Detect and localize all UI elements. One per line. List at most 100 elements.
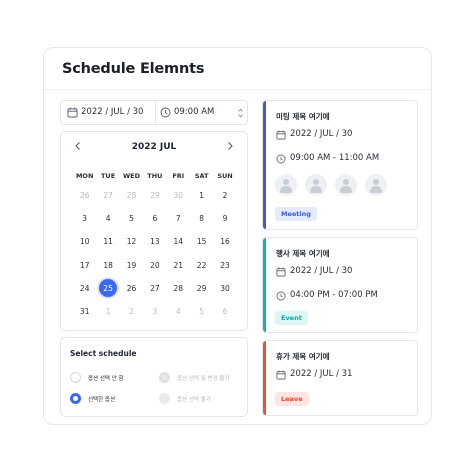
calendar-day[interactable]: 16 [213, 230, 236, 253]
weekday-label: MON [75, 172, 94, 180]
calendar: 2022 JUL MON TUE WED THU FRI SAT SUN 26 27 28 29 3… [60, 131, 248, 331]
calendar-day[interactable]: 27 [143, 277, 166, 300]
chevron-right-icon[interactable] [225, 140, 235, 155]
event-card-event[interactable]: 행사 제목 여기에 2022 / JUL / 30 04:00 PM - 07:… [262, 237, 418, 333]
avatar[interactable] [305, 174, 327, 196]
stepper-icon[interactable] [237, 107, 244, 119]
calendar-day[interactable]: 15 [190, 230, 213, 253]
calendar-day-number: 7 [175, 214, 181, 224]
calendar-day[interactable]: 7 [167, 207, 190, 230]
calendar-day[interactable]: 28 [167, 277, 190, 300]
calendar-day[interactable]: 9 [213, 207, 236, 230]
calendar-day[interactable]: 27 [96, 184, 119, 207]
weekday-label: WED [122, 172, 140, 180]
calendar-day[interactable]: 29 [190, 277, 213, 300]
calendar-day[interactable]: 14 [167, 230, 190, 253]
clock-icon [276, 154, 286, 164]
event-date-text: 2022 / JUL / 30 [290, 129, 353, 139]
event-accent-bar [263, 341, 266, 415]
calendar-icon [67, 107, 78, 118]
calendar-day[interactable]: 23 [213, 254, 236, 277]
radio-button[interactable] [70, 372, 81, 383]
weekday-label: THU [147, 172, 163, 180]
calendar-day[interactable]: 20 [143, 254, 166, 277]
select-schedule: Select schedule 옵션 선택 안 함 옵션 선택 및 변경 불가 … [60, 337, 248, 417]
date-value: 2022 / JUL / 30 [81, 107, 144, 117]
calendar-day[interactable]: 17 [73, 254, 96, 277]
calendar-day[interactable]: 5 [190, 300, 213, 323]
option-selected[interactable]: 선택한 옵션 [70, 393, 115, 404]
calendar-day-number: 17 [79, 260, 90, 270]
calendar-day[interactable]: 6 [143, 207, 166, 230]
calendar-day-number: 26 [79, 191, 90, 201]
calendar-day-selected[interactable]: 25 [96, 277, 119, 300]
event-date-text: 2022 / JUL / 30 [290, 266, 353, 276]
event-time-text: 09:00 AM - 11:00 AM [290, 153, 380, 163]
calendar-day-number: 11 [103, 237, 113, 247]
calendar-day[interactable]: 22 [190, 254, 213, 277]
option-disabled: 옵션 선택 불가 [159, 393, 211, 404]
calendar-day[interactable]: 1 [96, 300, 119, 323]
calendar-day-number: 22 [196, 260, 207, 270]
calendar-day[interactable]: 11 [96, 230, 119, 253]
event-card-leave[interactable]: 휴가 제목 여기에 2022 / JUL / 31 Leave [262, 340, 418, 416]
event-title: 행사 제목 여기에 [276, 249, 330, 258]
calendar-day-number: 30 [173, 191, 184, 201]
calendar-day[interactable]: 3 [73, 207, 96, 230]
calendar-day-number: 25 [99, 279, 118, 298]
option-none[interactable]: 옵션 선택 안 함 [70, 372, 124, 383]
calendar-day[interactable]: 3 [143, 300, 166, 323]
calendar-day[interactable]: 24 [73, 277, 96, 300]
time-value: 09:00 AM [174, 107, 215, 117]
calendar-day[interactable]: 13 [143, 230, 166, 253]
calendar-day[interactable]: 30 [213, 277, 236, 300]
calendar-day-number: 4 [105, 214, 111, 224]
attendee-avatars [275, 174, 395, 196]
avatar[interactable] [275, 174, 297, 196]
calendar-day[interactable]: 2 [213, 184, 236, 207]
calendar-day[interactable]: 8 [190, 207, 213, 230]
calendar-day[interactable]: 5 [120, 207, 143, 230]
calendar-day[interactable]: 18 [96, 254, 119, 277]
weekday-label: SAT [194, 172, 209, 180]
calendar-day[interactable]: 19 [120, 254, 143, 277]
date-field[interactable]: 2022 / JUL / 30 [61, 101, 155, 124]
calendar-day-number: 6 [222, 307, 228, 317]
calendar-day[interactable]: 28 [120, 184, 143, 207]
calendar-day[interactable]: 10 [73, 230, 96, 253]
event-time-text: 04:00 PM - 07:00 PM [290, 290, 378, 300]
weekday-label: SUN [217, 172, 233, 180]
event-type-badge: Leave [275, 392, 309, 406]
calendar-day[interactable]: 26 [73, 184, 96, 207]
calendar-day[interactable]: 31 [73, 300, 96, 323]
calendar-day[interactable]: 6 [213, 300, 236, 323]
calendar-day[interactable]: 1 [190, 184, 213, 207]
calendar-day[interactable]: 12 [120, 230, 143, 253]
avatar[interactable] [365, 174, 387, 196]
select-schedule-title: Select schedule [70, 349, 137, 358]
avatar[interactable] [335, 174, 357, 196]
clock-icon [160, 107, 171, 118]
calendar-day-number: 29 [196, 283, 207, 293]
calendar-day-number: 10 [79, 237, 90, 247]
calendar-day-number: 23 [220, 260, 230, 270]
calendar-day-number: 16 [220, 237, 230, 247]
calendar-day[interactable]: 29 [143, 184, 166, 207]
calendar-icon [276, 370, 286, 380]
header-divider [44, 89, 431, 90]
calendar-day[interactable]: 30 [167, 184, 190, 207]
calendar-day-number: 2 [222, 191, 228, 201]
event-card-meeting[interactable]: 미팅 제목 여기에 2022 / JUL / 30 09:00 AM - 11:… [262, 100, 418, 230]
calendar-day-number: 20 [150, 260, 160, 270]
weekday-label: TUE [101, 172, 116, 180]
event-accent-bar [263, 101, 266, 229]
weekday-row: MON TUE WED THU FRI SAT SUN [73, 172, 237, 180]
calendar-day[interactable]: 4 [96, 207, 119, 230]
radio-button[interactable] [70, 393, 81, 404]
calendar-day[interactable]: 4 [167, 300, 190, 323]
calendar-day-number: 1 [199, 191, 205, 201]
calendar-day[interactable]: 26 [120, 277, 143, 300]
calendar-day[interactable]: 2 [120, 300, 143, 323]
calendar-day[interactable]: 21 [167, 254, 190, 277]
time-field[interactable]: 09:00 AM [156, 101, 249, 124]
